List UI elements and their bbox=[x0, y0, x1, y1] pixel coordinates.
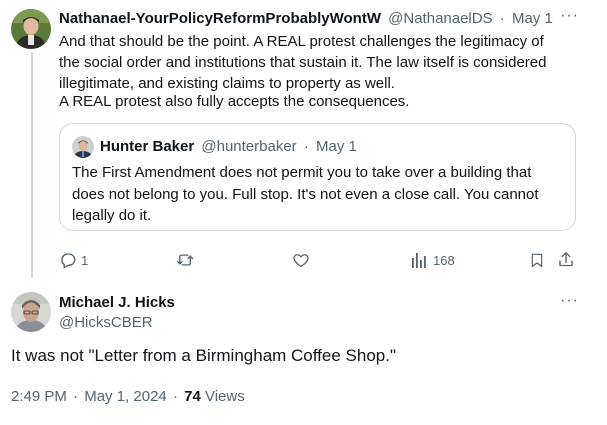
bookmark-icon bbox=[531, 253, 543, 267]
avatar-nathanael[interactable] bbox=[11, 9, 51, 49]
separator-dot: · bbox=[499, 10, 505, 27]
quote-text-line: legally do it. bbox=[72, 207, 152, 224]
tweet-text-line: the social order and institutions that s… bbox=[59, 54, 547, 71]
heart-icon bbox=[293, 254, 309, 268]
tweet-text-line: A REAL protest also fully accepts the co… bbox=[59, 93, 410, 110]
retweet-button[interactable] bbox=[175, 251, 195, 269]
reply-meta: 2:49 PM · May 1, 2024 · 74 Views bbox=[11, 387, 245, 407]
tweet-text-line: And that should be the point. A REAL pro… bbox=[59, 33, 544, 50]
thread-line bbox=[31, 52, 33, 278]
reply-time[interactable]: 2:49 PM bbox=[11, 388, 67, 405]
more-options-icon[interactable]: ··· bbox=[560, 292, 579, 310]
separator-dot: · bbox=[303, 138, 309, 155]
reply-button[interactable]: 1 bbox=[59, 251, 88, 269]
views-count: 168 bbox=[433, 252, 455, 268]
more-options-icon[interactable]: ··· bbox=[560, 7, 579, 25]
reply-count: 1 bbox=[81, 252, 89, 268]
reply-views-count: 74 bbox=[184, 388, 201, 405]
retweet-icon bbox=[176, 254, 194, 266]
quote-author-name: Hunter Baker bbox=[100, 138, 195, 155]
share-button[interactable] bbox=[557, 250, 575, 269]
author-handle[interactable]: @NathanaelDS bbox=[388, 10, 492, 27]
reply-date[interactable]: May 1, 2024 bbox=[84, 388, 167, 405]
avatar-michael-hicks[interactable] bbox=[11, 292, 51, 332]
author-name[interactable]: Nathanael-YourPolicyReformProbablyWontW bbox=[59, 10, 381, 27]
share-icon bbox=[559, 252, 573, 267]
quote-date: May 1 bbox=[316, 138, 357, 155]
quote-text-line: The First Amendment does not permit you … bbox=[72, 164, 532, 181]
reply-author-name[interactable]: Michael J. Hicks bbox=[59, 293, 175, 313]
tweet-header: Nathanael-YourPolicyReformProbablyWontW … bbox=[59, 9, 589, 29]
reply-text: It was not "Letter from a Birmingham Cof… bbox=[11, 346, 396, 365]
like-button[interactable] bbox=[292, 251, 310, 269]
quote-author-handle: @hunterbaker bbox=[201, 138, 297, 155]
views-button[interactable]: 168 bbox=[411, 251, 455, 269]
quote-text-line: does not belong to you. Full stop. It's … bbox=[72, 186, 539, 203]
reply-icon bbox=[61, 253, 76, 269]
views-icon bbox=[412, 253, 426, 268]
bookmark-button[interactable] bbox=[529, 251, 545, 269]
tweet-date[interactable]: May 1 bbox=[512, 10, 553, 27]
reply-author-handle[interactable]: @HicksCBER bbox=[59, 313, 153, 333]
avatar-hunter-baker bbox=[72, 136, 94, 158]
quote-header: Hunter Baker @hunterbaker · May 1 bbox=[100, 137, 357, 157]
quoted-tweet[interactable]: Hunter Baker @hunterbaker · May 1 The Fi… bbox=[59, 123, 576, 231]
separator-dot: · bbox=[172, 388, 178, 405]
reply-views-label: Views bbox=[204, 388, 245, 405]
separator-dot: · bbox=[73, 388, 79, 405]
